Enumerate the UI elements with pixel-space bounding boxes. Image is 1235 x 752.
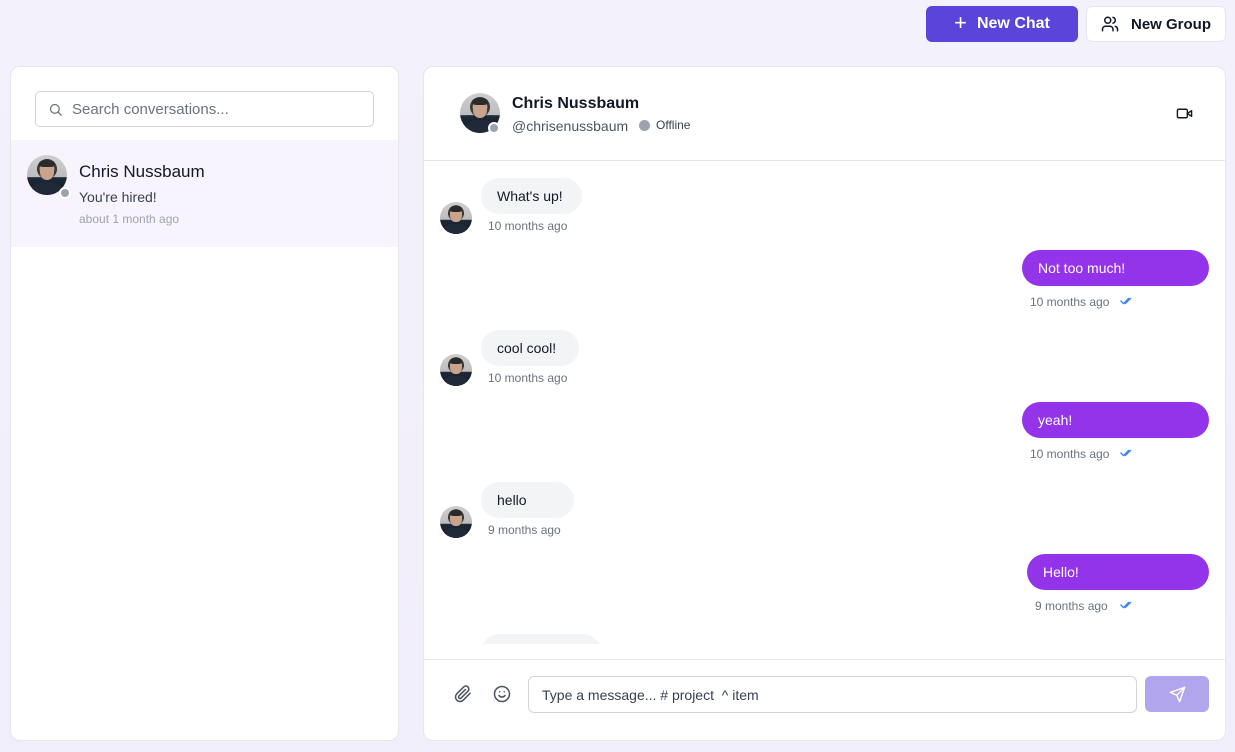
contact-status: Offline — [639, 118, 690, 132]
emoji-icon[interactable] — [493, 685, 511, 703]
send-icon — [1169, 686, 1185, 702]
message-time: 9 months ago — [1035, 599, 1108, 613]
conversation-last-message: You're hired! — [79, 189, 157, 205]
search-box — [35, 91, 374, 127]
conversation-item[interactable]: Chris Nussbaum You're hired! about 1 mon… — [11, 140, 398, 247]
conversation-name: Chris Nussbaum — [79, 162, 205, 181]
message-avatar — [440, 202, 472, 234]
new-group-label: New Group — [1130, 15, 1211, 33]
outgoing-message: yeah! — [1022, 402, 1209, 438]
plus-icon: + — [954, 10, 967, 35]
offline-dot — [639, 119, 650, 131]
chat-panel: Chris Nussbaum @chrisenussbaum Offline W… — [423, 66, 1226, 741]
message-composer — [424, 659, 1225, 740]
top-actions: + New Chat New Group — [926, 6, 1226, 42]
search-icon — [49, 103, 62, 116]
message-time: 10 months ago — [1030, 295, 1110, 309]
new-chat-label: New Chat — [976, 15, 1050, 32]
message-avatar — [440, 506, 472, 538]
status-indicator — [59, 187, 71, 199]
message-time: 10 months ago — [488, 219, 568, 233]
users-icon — [1101, 16, 1119, 32]
incoming-message: hello — [481, 482, 574, 518]
read-check-icon — [1120, 601, 1132, 609]
read-check-icon — [1120, 449, 1132, 457]
search-input[interactable] — [36, 92, 373, 126]
chat-header: Chris Nussbaum @chrisenussbaum Offline — [424, 67, 1225, 161]
incoming-message: What's up! — [481, 178, 582, 214]
outgoing-message: Not too much! — [1022, 250, 1209, 286]
read-check-icon — [1120, 297, 1132, 305]
message-list: What's up! 10 months ago Not too much! 1… — [424, 162, 1225, 644]
message-avatar — [440, 354, 472, 386]
contact-name: Chris Nussbaum — [512, 95, 640, 112]
conversation-sidebar: Chris Nussbaum You're hired! about 1 mon… — [10, 66, 399, 741]
incoming-message-partial — [481, 634, 601, 644]
message-time: 10 months ago — [1030, 447, 1110, 461]
message-time: 9 months ago — [488, 523, 561, 537]
incoming-message: cool cool! — [481, 330, 579, 366]
contact-handle: @chrisenussbaum — [512, 118, 629, 134]
paperclip-icon[interactable] — [454, 685, 472, 703]
new-group-button[interactable]: New Group — [1086, 6, 1226, 42]
contact-status-text: Offline — [656, 118, 691, 132]
message-input[interactable] — [528, 676, 1137, 713]
contact-status-indicator — [488, 122, 500, 134]
conversation-time: about 1 month ago — [79, 212, 180, 226]
new-chat-button[interactable]: + New Chat — [926, 6, 1078, 42]
outgoing-message: Hello! — [1027, 554, 1209, 590]
video-call-icon[interactable] — [1176, 105, 1193, 122]
message-time: 10 months ago — [488, 371, 568, 385]
send-button[interactable] — [1145, 676, 1209, 712]
